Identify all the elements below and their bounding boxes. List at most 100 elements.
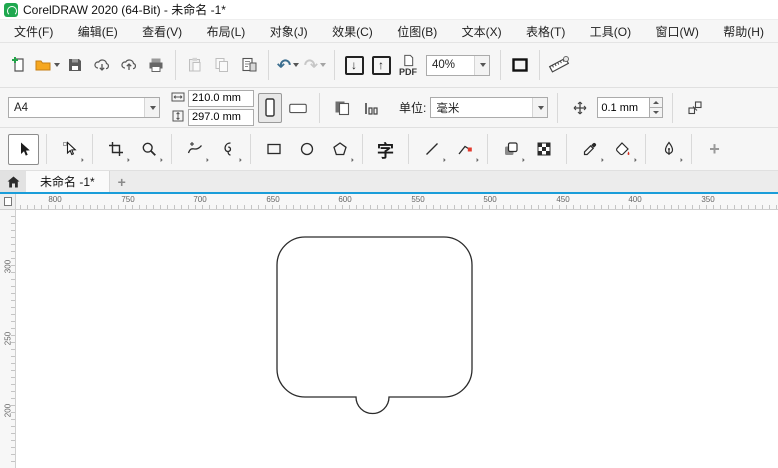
nudge-spin-down-button[interactable] [650, 107, 662, 117]
menubar: 文件(F) 编辑(E) 查看(V) 布局(L) 对象(J) 效果(C) 位图(B… [0, 20, 778, 43]
polygon-tool[interactable] [324, 134, 355, 165]
zoom-dropdown-button[interactable] [474, 56, 489, 75]
add-tool-button[interactable]: + [699, 134, 730, 165]
ruler-origin-button[interactable] [0, 194, 16, 210]
menu-object[interactable]: 对象(J) [264, 21, 314, 42]
show-rulers-button[interactable] [546, 51, 572, 79]
undo-dropdown-caret[interactable] [293, 63, 299, 67]
page-width-icon [170, 91, 185, 106]
drawing-canvas[interactable] [16, 210, 778, 468]
save-button[interactable] [62, 51, 88, 79]
welcome-screen-button[interactable] [0, 171, 26, 192]
current-page-settings-button[interactable] [329, 94, 355, 122]
undo-button[interactable]: ↶ [275, 51, 301, 79]
transparency-tool[interactable] [528, 134, 559, 165]
paste-button[interactable] [182, 51, 208, 79]
units-dropdown-button[interactable] [532, 98, 547, 117]
toolbar-separator [539, 50, 540, 80]
fullscreen-preview-button[interactable] [507, 51, 533, 79]
rounded-rectangle-with-tab-shape[interactable] [277, 237, 472, 414]
bspline-tool[interactable] [212, 134, 243, 165]
toolbox: 字 [0, 128, 778, 171]
hruler-number: 500 [483, 195, 496, 204]
drawing-units-button[interactable] [359, 94, 385, 122]
menu-effects[interactable]: 效果(C) [326, 21, 379, 42]
drop-shadow-tool[interactable] [495, 134, 526, 165]
eyedropper-icon [582, 141, 598, 157]
flyout-indicator [123, 155, 129, 161]
ruler-icon [548, 55, 570, 75]
portrait-orientation-button[interactable] [258, 93, 282, 123]
menu-bitmaps[interactable]: 位图(B) [391, 21, 443, 42]
new-tab-plus-icon: + [118, 174, 126, 190]
shape-arrow-icon [62, 141, 78, 157]
pen-tool[interactable] [653, 134, 684, 165]
home-icon [7, 176, 20, 188]
flyout-indicator [439, 155, 445, 161]
open-from-cloud-button[interactable] [89, 51, 115, 79]
rectangle-tool[interactable] [258, 134, 289, 165]
color-eyedropper-tool[interactable] [574, 134, 605, 165]
redo-button[interactable]: ↷ [302, 51, 328, 79]
polyline-node-icon [457, 141, 473, 157]
menu-layout[interactable]: 布局(L) [201, 21, 252, 42]
document-tab-untitled[interactable]: 未命名 -1* [26, 171, 110, 192]
toolbox-separator [487, 134, 488, 164]
menu-tools[interactable]: 工具(O) [584, 21, 637, 42]
interactive-fill-tool[interactable] [607, 134, 638, 165]
page-height-input[interactable] [188, 109, 254, 126]
export-button[interactable]: ↑ [368, 51, 394, 79]
menu-table[interactable]: 表格(T) [520, 21, 571, 42]
vertical-ruler[interactable]: 300 250 200 [0, 210, 16, 468]
document-tabbar: 未命名 -1* + [0, 171, 778, 192]
save-to-cloud-button[interactable] [116, 51, 142, 79]
nudge-distance-field [597, 97, 663, 118]
copy-properties-button[interactable] [236, 51, 262, 79]
toolbar-separator [500, 50, 501, 80]
line-tool[interactable] [416, 134, 447, 165]
polyline-tool[interactable] [449, 134, 480, 165]
nudge-distance-input[interactable] [597, 97, 649, 118]
print-button[interactable] [143, 51, 169, 79]
printer-icon [147, 56, 165, 74]
units-combo[interactable]: 毫米 [430, 97, 548, 118]
crop-tool[interactable] [100, 134, 131, 165]
publish-to-pdf-button[interactable]: PDF [395, 51, 421, 79]
open-button[interactable] [33, 51, 61, 79]
nudge-cross-icon [572, 100, 588, 116]
pick-tool[interactable] [8, 134, 39, 165]
text-tool[interactable]: 字 [370, 134, 401, 165]
new-document-button[interactable] [6, 51, 32, 79]
duplicate-distance-button[interactable] [682, 94, 708, 122]
copy-button[interactable] [209, 51, 235, 79]
flyout-indicator [630, 155, 636, 161]
nudge-distance-button[interactable] [567, 94, 593, 122]
preset-dropdown-button[interactable] [144, 98, 159, 117]
menu-help[interactable]: 帮助(H) [717, 21, 770, 42]
zoom-tool[interactable] [133, 134, 164, 165]
menu-file[interactable]: 文件(F) [8, 21, 59, 42]
canvas-row: 300 250 200 [0, 210, 778, 468]
page-size-preset-combo[interactable]: A4 [8, 97, 160, 118]
menu-edit[interactable]: 编辑(E) [72, 21, 124, 42]
hruler-number: 800 [48, 195, 61, 204]
menu-view[interactable]: 查看(V) [136, 21, 188, 42]
zoom-level-combo[interactable]: 40% [426, 55, 490, 76]
nudge-spin-up-button[interactable] [650, 98, 662, 107]
redo-dropdown-caret[interactable] [320, 63, 326, 67]
horizontal-ruler[interactable]: 800 750 700 650 600 550 500 450 400 350 [0, 194, 778, 210]
open-dropdown-caret[interactable] [54, 63, 60, 67]
page-width-input[interactable] [188, 90, 254, 107]
ellipse-tool[interactable] [291, 134, 322, 165]
vruler-number: 300 [4, 260, 13, 274]
freehand-tool[interactable] [179, 134, 210, 165]
menu-text[interactable]: 文本(X) [456, 21, 508, 42]
redo-icon: ↷ [304, 57, 318, 74]
menu-window[interactable]: 窗口(W) [650, 21, 705, 42]
hruler-number: 650 [266, 195, 279, 204]
new-tab-button[interactable]: + [110, 171, 134, 192]
import-button[interactable]: ↓ [341, 51, 367, 79]
hruler-number: 550 [411, 195, 424, 204]
landscape-orientation-button[interactable] [286, 93, 310, 123]
shape-tool[interactable] [54, 134, 85, 165]
